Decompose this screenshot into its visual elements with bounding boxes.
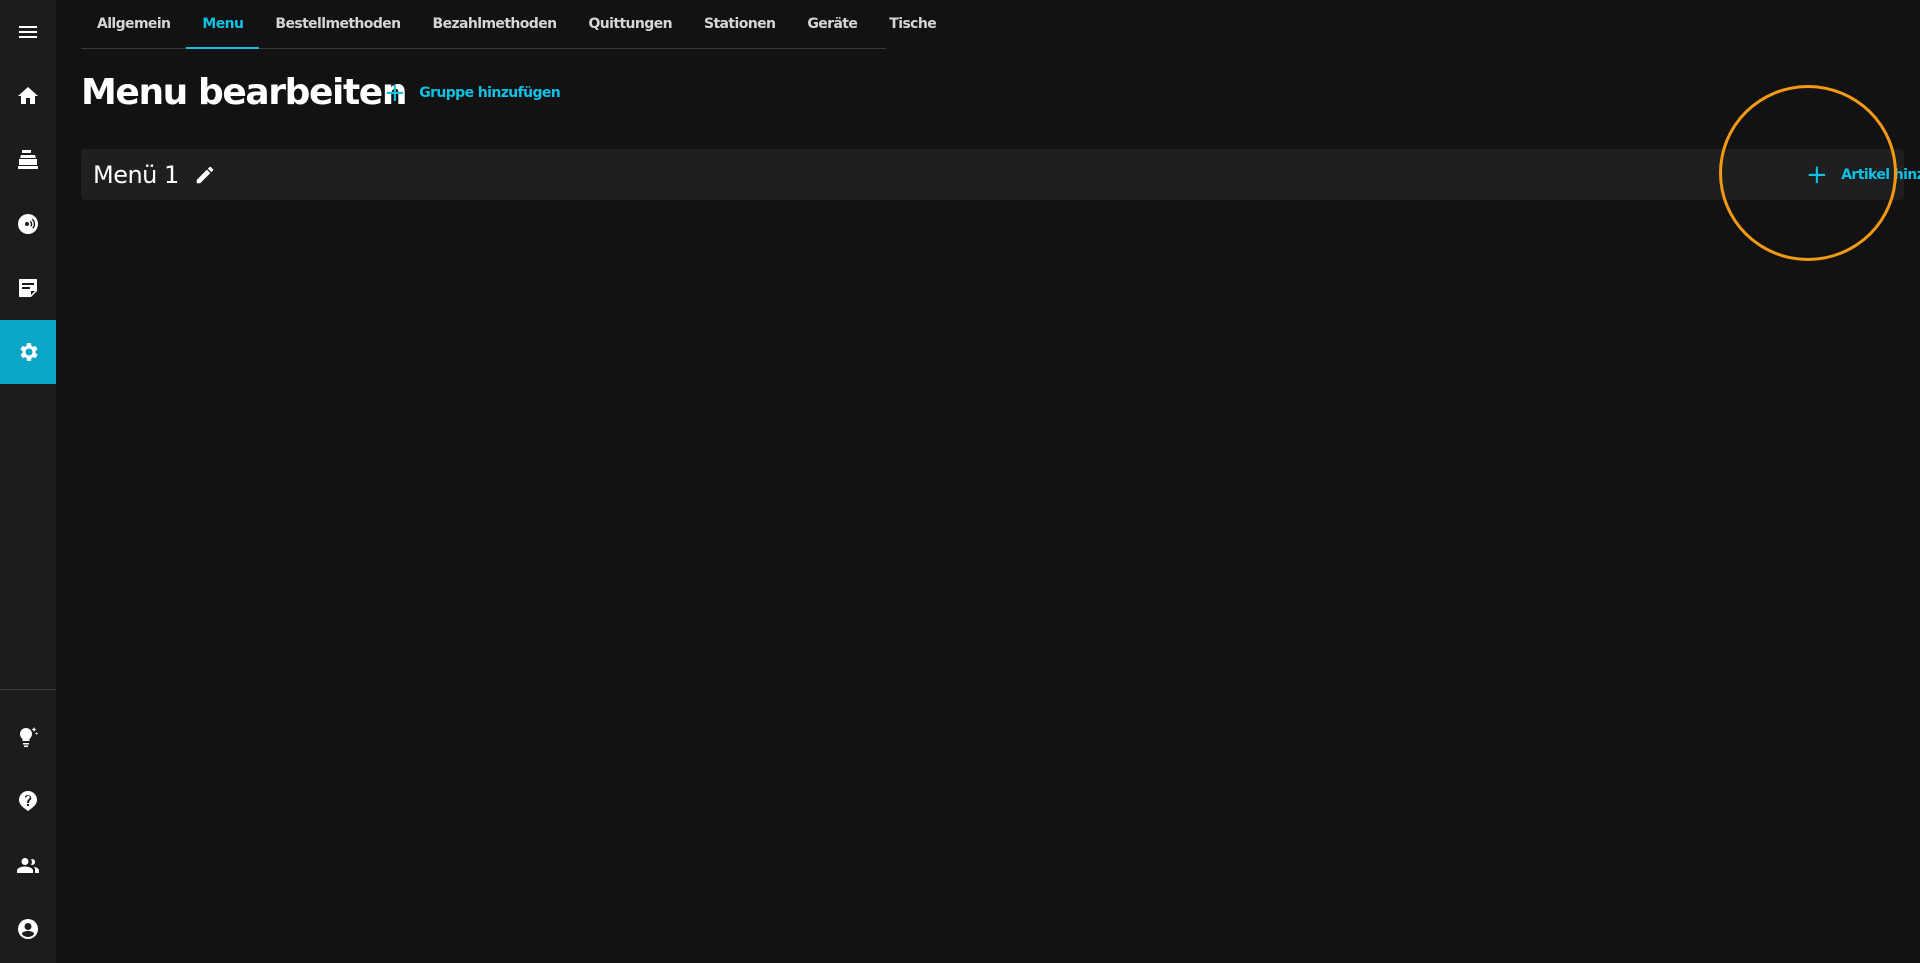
add-group-label: Gruppe hinzufügen [419, 85, 561, 101]
tab-tische[interactable]: Tische [873, 0, 952, 48]
tab-bezahlmethoden[interactable]: Bezahlmethoden [417, 0, 573, 48]
menu-name: Menü 1 [93, 160, 179, 189]
pencil-icon [196, 166, 214, 184]
notes-icon [19, 279, 37, 297]
plus-icon: + [384, 78, 406, 108]
page-title: Menu bearbeiten [81, 72, 407, 113]
settings-tabs: Allgemein Menu Bestellmethoden Bezahlmet… [81, 0, 937, 49]
sidebar-item-home[interactable] [0, 64, 56, 128]
menu-icon [19, 26, 37, 38]
tab-quittungen[interactable]: Quittungen [573, 0, 688, 48]
sidebar-item-users[interactable] [0, 833, 56, 897]
sidebar-item-settings[interactable] [0, 320, 56, 384]
tab-stationen[interactable]: Stationen [688, 0, 791, 48]
menu-row: Menü 1 + Artikel hinzufügen [81, 149, 1920, 200]
tab-menu[interactable]: Menu [186, 0, 260, 49]
add-group-button[interactable]: + Gruppe hinzufügen [384, 78, 561, 108]
help-icon [19, 791, 37, 811]
cash-register-icon [18, 150, 38, 169]
settings-icon [20, 343, 38, 361]
tab-bestellmethoden[interactable]: Bestellmethoden [259, 0, 416, 48]
edit-menu-button[interactable] [191, 161, 219, 189]
home-icon [18, 87, 38, 104]
sidebar-divider [0, 689, 56, 690]
sidebar-menu-toggle[interactable] [0, 0, 56, 64]
payment-icon [18, 214, 38, 234]
account-icon [18, 919, 38, 939]
sidebar-item-payment[interactable] [0, 192, 56, 256]
sidebar-item-account[interactable] [0, 897, 56, 961]
sidebar-item-tips[interactable] [0, 705, 56, 769]
sidebar [0, 0, 56, 963]
add-article-label: Artikel hinzufügen [1841, 166, 1920, 183]
sidebar-item-help[interactable] [0, 769, 56, 833]
plus-icon: + [1806, 159, 1828, 190]
add-article-button[interactable]: + Artikel hinzufügen [1806, 149, 1920, 200]
lightbulb-icon [19, 727, 38, 747]
sidebar-item-notes[interactable] [0, 256, 56, 320]
tab-allgemein[interactable]: Allgemein [81, 0, 186, 48]
users-icon [17, 858, 39, 873]
sidebar-item-cash-register[interactable] [0, 128, 56, 192]
tab-geraete[interactable]: Geräte [791, 0, 873, 48]
